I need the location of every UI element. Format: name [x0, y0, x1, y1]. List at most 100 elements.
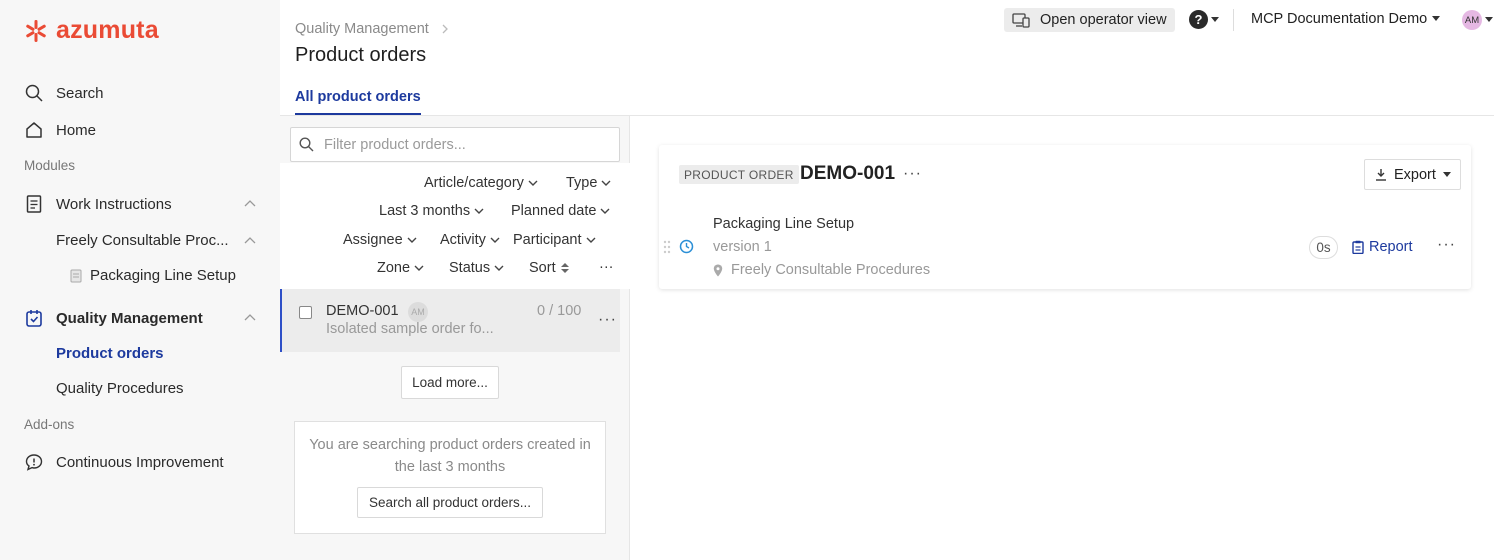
workspace-name: MCP Documentation Demo [1251, 11, 1428, 27]
filter-assignee-label: Assignee [343, 232, 403, 248]
order-title: DEMO-001 [800, 163, 896, 184]
logo[interactable]: azumuta [24, 16, 159, 45]
chevron-up-icon[interactable] [244, 198, 256, 210]
nav-work-instructions[interactable]: Work Instructions [24, 194, 256, 214]
chevron-down-icon [407, 237, 417, 243]
filter-period[interactable]: Last 3 months [379, 203, 484, 219]
home-icon [24, 120, 44, 140]
order-detail-card: PRODUCT ORDER DEMO-001 ··· Export Packag… [659, 145, 1471, 289]
logo-text: azumuta [56, 16, 159, 44]
nav-packaging-line-setup-label: Packaging Line Setup [90, 267, 236, 284]
nav-quality-management[interactable]: Quality Management [24, 308, 203, 328]
caret-down-icon [1442, 171, 1451, 177]
nav-quality-management-label: Quality Management [56, 309, 203, 327]
workspace-selector[interactable]: MCP Documentation Demo [1251, 11, 1441, 27]
order-more-button[interactable]: ··· [903, 165, 922, 183]
filter-status-label: Status [449, 260, 491, 276]
avatar: AM [1462, 10, 1482, 30]
filter-bar: Article/category Type Last 3 months Plan… [280, 163, 630, 289]
search-all-button[interactable]: Search all product orders... [357, 487, 543, 518]
filter-input[interactable] [324, 136, 604, 153]
document-icon [24, 194, 44, 214]
breadcrumb: Quality Management [295, 21, 449, 37]
filter-status[interactable]: Status [449, 260, 504, 276]
order-checkbox[interactable] [299, 306, 312, 319]
sort-icon [560, 263, 569, 273]
breadcrumb-quality-management[interactable]: Quality Management [295, 21, 429, 37]
load-more-button[interactable]: Load more... [401, 366, 499, 399]
search-icon [24, 83, 44, 103]
procedure-location-label: Freely Consultable Procedures [731, 262, 931, 278]
filter-participant-label: Participant [513, 232, 582, 248]
filter-participant[interactable]: Participant [513, 232, 596, 248]
filter-activity-label: Activity [440, 232, 486, 248]
filter-type[interactable]: Type [566, 175, 611, 191]
azumuta-logo-icon [26, 19, 46, 42]
clock-icon [679, 239, 694, 254]
filter-planned-date-label: Planned date [511, 203, 597, 219]
order-id: DEMO-001 [326, 303, 399, 319]
help-icon: ? [1189, 10, 1208, 29]
location-pin-icon [713, 264, 723, 276]
chevron-down-icon [414, 265, 424, 271]
export-label: Export [1394, 166, 1436, 183]
nav-search[interactable]: Search [24, 83, 104, 103]
page-title: Product orders [295, 44, 427, 66]
chevron-up-icon[interactable] [244, 235, 256, 247]
filter-article-category[interactable]: Article/category [424, 175, 538, 191]
filter-type-label: Type [566, 175, 598, 191]
chat-alert-icon [24, 452, 44, 472]
nav-quality-procedures[interactable]: Quality Procedures [56, 380, 184, 397]
nav-freely-consultable[interactable]: Freely Consultable Proc... [56, 232, 229, 249]
chevron-down-icon [490, 237, 500, 243]
filters-more-button[interactable]: ··· [599, 259, 614, 275]
order-avatar: AM [408, 302, 428, 322]
order-more-button[interactable]: ··· [598, 311, 617, 329]
report-label: Report [1369, 239, 1413, 255]
filter-article-category-label: Article/category [424, 175, 524, 191]
drag-handle-icon[interactable] [663, 240, 671, 254]
nav-home[interactable]: Home [24, 120, 96, 140]
clipboard-check-icon [24, 308, 44, 328]
nav-product-orders[interactable]: Product orders [56, 345, 164, 362]
order-description: Isolated sample order fo... [326, 321, 494, 337]
tab-all-product-orders[interactable]: All product orders [295, 89, 421, 116]
filter-period-label: Last 3 months [379, 203, 471, 219]
chevron-down-icon [474, 208, 484, 214]
caret-down-icon [1485, 17, 1493, 22]
nav-home-label: Home [56, 121, 97, 139]
sort-button[interactable]: Sort [529, 260, 570, 276]
chevron-down-icon [601, 180, 611, 186]
procedure-more-button[interactable]: ··· [1437, 236, 1456, 254]
open-operator-view-button[interactable]: Open operator view [1004, 8, 1175, 32]
search-icon [299, 137, 314, 152]
export-button[interactable]: Export [1364, 159, 1461, 190]
modules-section-label: Modules [24, 158, 76, 173]
filter-assignee[interactable]: Assignee [343, 232, 417, 248]
open-operator-view-label: Open operator view [1040, 12, 1167, 28]
addons-section-label: Add-ons [24, 417, 75, 432]
download-icon [1376, 169, 1386, 181]
nav-work-instructions-label: Work Instructions [56, 195, 172, 213]
filter-field[interactable] [290, 127, 620, 162]
filter-activity[interactable]: Activity [440, 232, 500, 248]
help-menu[interactable]: ? [1189, 10, 1219, 29]
chevron-up-icon[interactable] [244, 312, 256, 324]
nav-search-label: Search [56, 84, 104, 102]
chevron-down-icon [586, 237, 596, 243]
header-divider [1233, 9, 1234, 31]
nav-packaging-line-setup[interactable]: Packaging Line Setup [70, 267, 236, 284]
filter-planned-date[interactable]: Planned date [511, 203, 610, 219]
timer-badge: 0s [1309, 236, 1338, 259]
filter-zone-label: Zone [377, 260, 411, 276]
procedure-location: Freely Consultable Procedures [713, 262, 930, 278]
procedure-version: version 1 [713, 239, 772, 255]
procedure-name[interactable]: Packaging Line Setup [713, 216, 854, 232]
clipboard-icon [1352, 240, 1364, 254]
order-list-item[interactable]: DEMO-001 AM 0 / 100 Isolated sample orde… [280, 289, 620, 352]
user-menu[interactable]: AM [1462, 10, 1493, 30]
nav-continuous-improvement[interactable]: Continuous Improvement [24, 452, 224, 472]
order-progress: 0 / 100 [537, 303, 582, 319]
report-link[interactable]: Report [1352, 239, 1413, 255]
filter-zone[interactable]: Zone [377, 260, 424, 276]
